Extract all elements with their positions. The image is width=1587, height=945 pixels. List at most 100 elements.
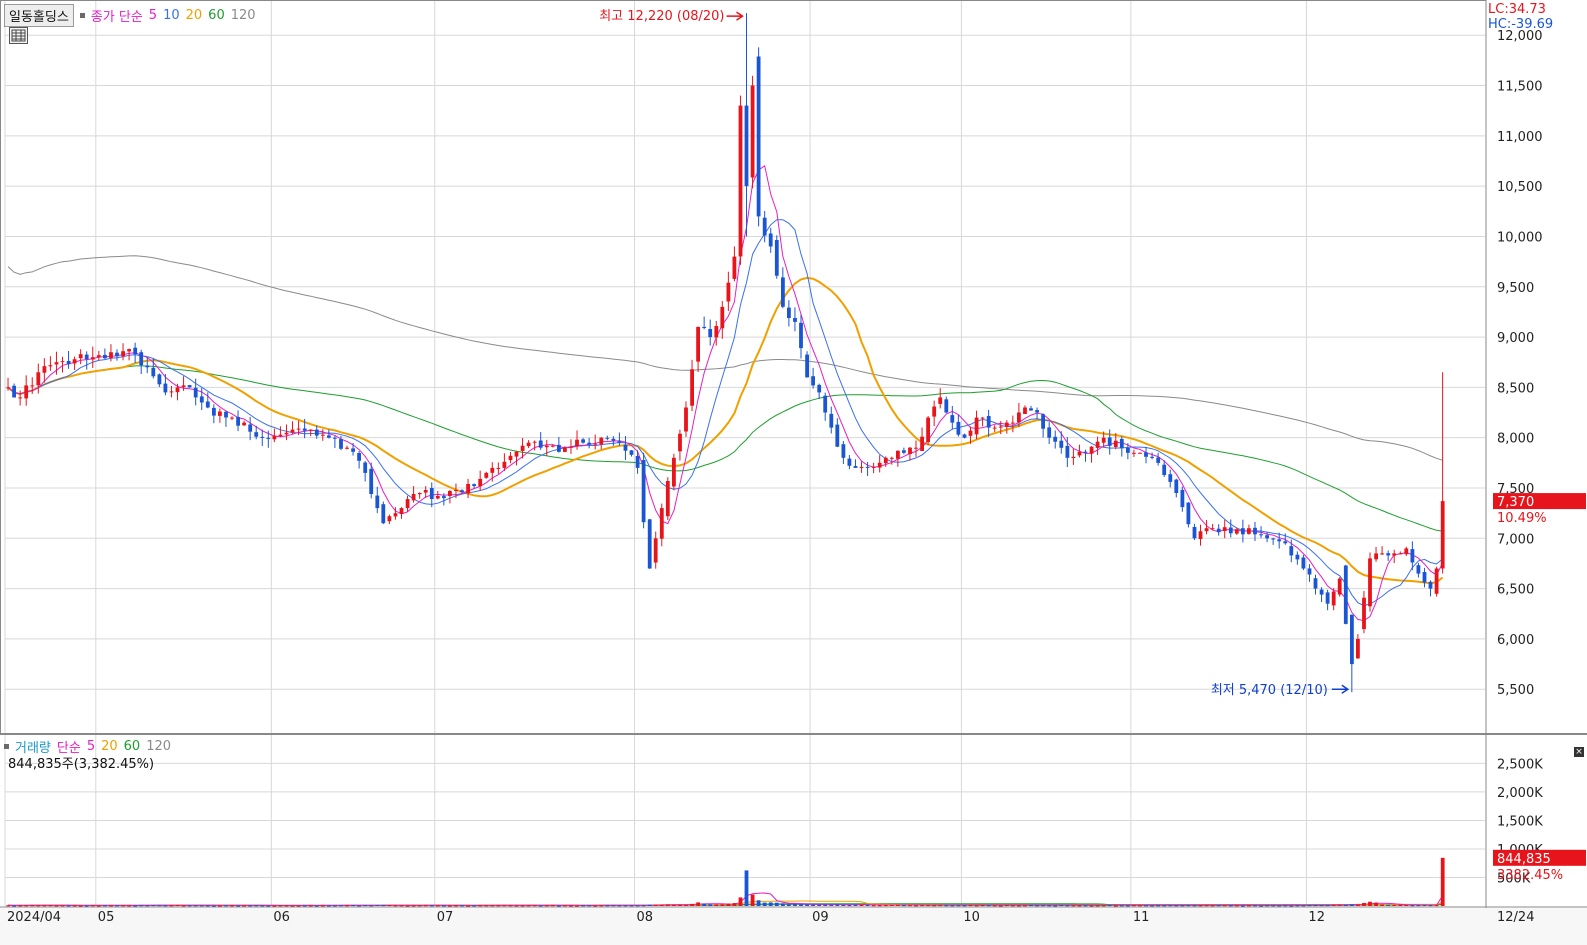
volume-bar xyxy=(538,905,543,907)
candle-body xyxy=(1241,528,1245,535)
volume-bar xyxy=(1053,905,1058,907)
volume-bar xyxy=(12,905,16,907)
candle-body xyxy=(1422,572,1427,583)
volume-bar xyxy=(266,905,271,907)
candle-body xyxy=(1095,441,1100,448)
candle-body xyxy=(835,424,840,447)
date-tick-label: 11 xyxy=(1133,910,1150,925)
candle-body xyxy=(454,490,458,491)
volume-bar xyxy=(54,905,59,907)
candle-body xyxy=(1228,527,1233,534)
stock-name-button[interactable]: 일동홀딩스 xyxy=(4,4,74,27)
candle-body xyxy=(18,397,23,399)
volume-bar xyxy=(1023,905,1027,907)
candle-body xyxy=(1343,565,1348,624)
candle-body xyxy=(181,385,186,388)
volume-bar xyxy=(60,905,65,907)
volume-bar xyxy=(684,904,688,906)
volume-bar xyxy=(787,904,791,906)
volume-bar xyxy=(914,905,918,907)
price-tick-label: 9,500 xyxy=(1497,281,1534,296)
volume-tick-label: 2,000K xyxy=(1497,786,1543,801)
candle-body xyxy=(284,432,289,435)
volume-bar xyxy=(702,903,707,906)
volume-bar xyxy=(1331,904,1336,906)
volume-bar xyxy=(532,905,537,907)
volume-bar xyxy=(284,905,289,907)
candle-body xyxy=(1047,427,1052,438)
volume-bar xyxy=(617,905,622,907)
volume-bar xyxy=(1065,905,1070,907)
candle-body xyxy=(1192,527,1197,539)
candle-body xyxy=(199,396,204,403)
volume-bar xyxy=(109,905,113,907)
candle-body xyxy=(865,466,870,468)
candle-body xyxy=(508,455,513,461)
volume-bar xyxy=(429,905,434,907)
candle-body xyxy=(24,385,29,399)
volume-bar xyxy=(581,905,585,907)
candle-body xyxy=(327,435,331,438)
candle-body xyxy=(1374,553,1378,560)
volume-bar xyxy=(847,905,852,907)
volume-bar xyxy=(811,904,815,906)
candle-body xyxy=(1283,541,1288,544)
lc-value: LC:34.73 xyxy=(1488,2,1546,17)
candle-body xyxy=(320,434,325,436)
candle-body xyxy=(1011,422,1015,424)
low-annotation: 최저 5,470 (12/10) xyxy=(1211,683,1328,698)
volume-bar xyxy=(853,904,858,906)
volume-bar xyxy=(1404,905,1409,906)
volume-current: 844,835주(3,382.45%) xyxy=(8,757,155,772)
volume-bar xyxy=(1126,905,1130,907)
candle-body xyxy=(1132,452,1136,454)
price-tick-label: 7,000 xyxy=(1497,532,1534,547)
candle-body xyxy=(423,490,428,493)
volume-bar xyxy=(1144,905,1148,907)
vma60-label: 60 xyxy=(123,739,141,754)
price-tick-label: 6,000 xyxy=(1497,633,1534,648)
volume-bar xyxy=(896,905,900,906)
candle-body xyxy=(1356,638,1360,659)
candle-body xyxy=(1392,553,1397,556)
volume-bar xyxy=(557,905,561,907)
volume-bar xyxy=(405,905,410,907)
candle-body xyxy=(1168,474,1173,482)
candle-body xyxy=(429,488,434,499)
candle-body xyxy=(103,354,107,359)
candle-body xyxy=(1368,558,1372,607)
candle-body xyxy=(351,448,355,452)
table-grid-icon[interactable] xyxy=(9,27,28,44)
candle-body xyxy=(1410,549,1415,563)
close-icon[interactable]: × xyxy=(1574,747,1584,757)
volume-bar xyxy=(1416,905,1421,907)
candle-body xyxy=(714,326,719,338)
candle-body xyxy=(1295,554,1300,560)
candle-body xyxy=(889,457,894,459)
candle-body xyxy=(472,484,476,486)
candle-body xyxy=(381,504,386,524)
volume-bar xyxy=(1337,904,1342,906)
volume-bar xyxy=(672,904,676,906)
candle-body xyxy=(1004,422,1009,427)
volume-bar xyxy=(544,905,549,907)
volume-bar xyxy=(1210,905,1215,907)
volume-bar xyxy=(1017,905,1021,907)
volume-bar xyxy=(1047,905,1052,907)
volume-bar xyxy=(587,905,592,907)
candle-body xyxy=(109,352,113,358)
volume-bar xyxy=(1107,905,1112,907)
candle-body xyxy=(672,457,676,487)
candle-body xyxy=(290,429,295,433)
volume-bar xyxy=(254,905,259,907)
candle-body xyxy=(829,413,834,428)
candle-body xyxy=(520,445,525,451)
candle-body xyxy=(544,445,549,448)
date-tick-label: 10 xyxy=(963,910,980,925)
volume-bar xyxy=(762,902,767,906)
volume-bar xyxy=(1259,905,1263,907)
candle-body xyxy=(375,495,380,509)
volume-bar xyxy=(363,905,368,907)
volume-bar xyxy=(1095,905,1100,907)
volume-bar xyxy=(435,905,440,907)
